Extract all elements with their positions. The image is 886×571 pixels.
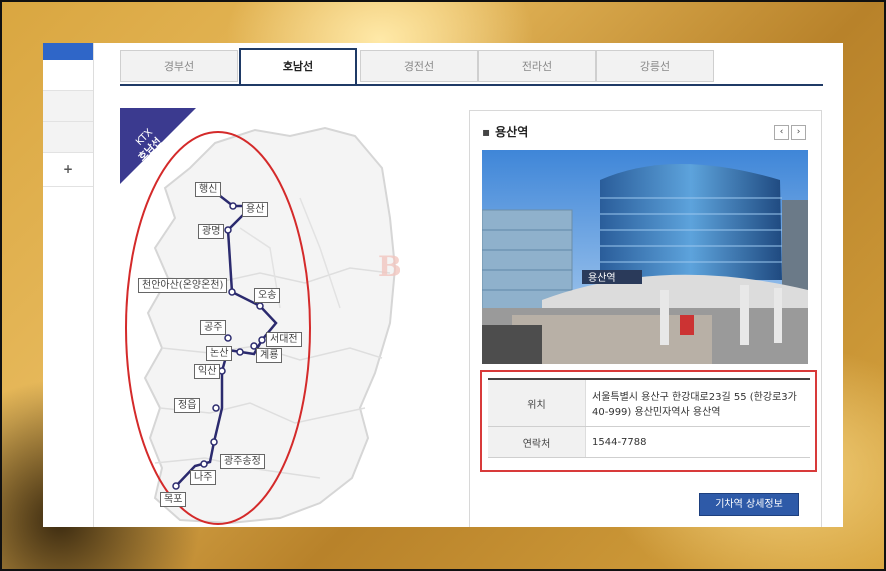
station-label-gongju[interactable]: 공주 <box>200 320 227 335</box>
station-detail-button[interactable]: 기차역 상세정보 <box>699 493 799 516</box>
prev-station-button[interactable]: ‹ <box>774 125 789 140</box>
station-label-yongsan[interactable]: 용산 <box>242 202 269 217</box>
tab-gyeongbu[interactable]: 경부선 <box>120 50 238 82</box>
tab-gyeongjeon[interactable]: 경전선 <box>360 50 478 82</box>
station-label-naju[interactable]: 나주 <box>190 470 217 485</box>
bullet-icon: ▪ <box>482 125 491 139</box>
photo-sign: 용산역 <box>588 272 616 284</box>
sidebar-active-bar <box>43 43 93 60</box>
tab-gangneung[interactable]: 강릉선 <box>596 50 714 82</box>
station-title-text: 용산역 <box>495 125 529 139</box>
station-label-mokpo[interactable]: 목포 <box>160 492 187 507</box>
station-label-cheonan-asan[interactable]: 천안아산(온양온천) <box>138 278 228 293</box>
station-label-gyeryong[interactable]: 계룡 <box>256 348 283 363</box>
station-label-nonsan[interactable]: 논산 <box>206 346 233 361</box>
station-detail-table: 위치 서울특별시 용산구 한강대로23길 55 (한강로3가 40-999) 용… <box>488 378 810 458</box>
station-label-iksan[interactable]: 익산 <box>194 364 221 379</box>
tab-jeolla[interactable]: 전라선 <box>478 50 596 82</box>
next-station-button[interactable]: › <box>791 125 806 140</box>
station-title: ▪ 용산역 <box>482 123 528 140</box>
content-panel: + 경부선 호남선 경전선 전라선 강릉선 KTX 호남선 B 행신 용산 광명… <box>43 43 843 527</box>
station-label-osong[interactable]: 오송 <box>254 288 281 303</box>
station-photo: 용산역 <box>482 150 808 364</box>
contact-label: 연락처 <box>488 426 586 458</box>
location-value: 서울특별시 용산구 한강대로23길 55 (한강로3가 40-999) 용산민자… <box>585 379 810 427</box>
line-tabs: 경부선 호남선 경전선 전라선 강릉선 <box>120 48 823 86</box>
station-label-gwangmyeong[interactable]: 광명 <box>198 224 225 239</box>
station-label-jeongeup[interactable]: 정읍 <box>174 398 201 413</box>
table-row: 연락처 1544-7788 <box>488 426 810 458</box>
tab-honam[interactable]: 호남선 <box>239 48 357 84</box>
station-detail-highlight: 위치 서울특별시 용산구 한강대로23길 55 (한강로3가 40-999) 용… <box>480 370 817 472</box>
station-label-gwangju-songjeong[interactable]: 광주송정 <box>220 454 265 469</box>
station-label-seodaejeon[interactable]: 서대전 <box>266 332 302 347</box>
sidebar-row[interactable] <box>43 122 93 153</box>
station-label-haengsin[interactable]: 행신 <box>195 182 222 197</box>
contact-value: 1544-7788 <box>585 426 810 458</box>
table-row: 위치 서울특별시 용산구 한강대로23길 55 (한강로3가 40-999) 용… <box>488 379 810 427</box>
route-map: KTX 호남선 BOOK 행신 용산 광명 천안아산(온양온천) 오송 공주 서… <box>120 108 400 527</box>
location-label: 위치 <box>488 379 586 427</box>
left-sidebar: + <box>43 43 94 527</box>
sidebar-row[interactable] <box>43 91 93 122</box>
sidebar-expand-button[interactable]: + <box>43 153 93 187</box>
watermark-text: BOOK <box>378 250 400 283</box>
sidebar-row[interactable] <box>43 60 93 91</box>
